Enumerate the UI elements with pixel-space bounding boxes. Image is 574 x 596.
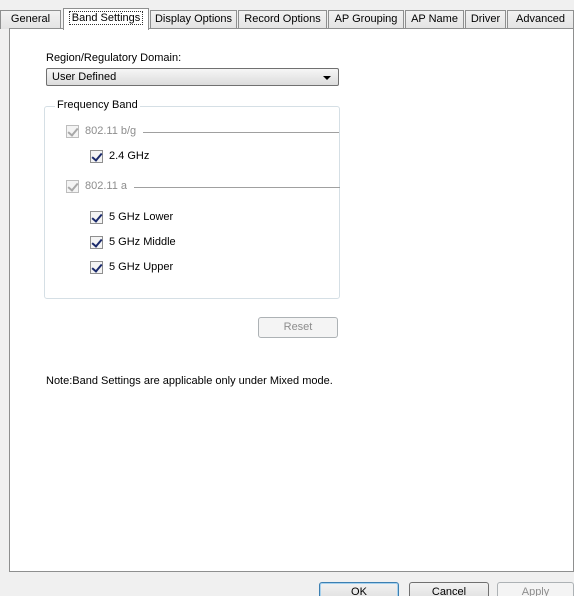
apply-button[interactable]: Apply bbox=[497, 582, 574, 596]
tab-ap-name[interactable]: AP Name bbox=[405, 10, 464, 29]
tab-general[interactable]: General bbox=[0, 10, 61, 29]
checkbox-80211bg[interactable] bbox=[66, 125, 79, 138]
ok-button[interactable]: OK bbox=[319, 582, 399, 596]
label-5ghz-middle: 5 GHz Middle bbox=[109, 236, 176, 248]
cancel-button[interactable]: Cancel bbox=[409, 582, 489, 596]
note-text: Note:Band Settings are applicable only u… bbox=[46, 375, 333, 387]
label-80211a: 802.11 a bbox=[85, 180, 128, 192]
tab-driver[interactable]: Driver bbox=[465, 10, 506, 29]
tab-record-options[interactable]: Record Options bbox=[238, 10, 327, 29]
tab-ap-grouping[interactable]: AP Grouping bbox=[328, 10, 404, 29]
reset-button[interactable]: Reset bbox=[258, 317, 338, 338]
region-dropdown[interactable]: User Defined bbox=[46, 68, 339, 86]
region-dropdown-value: User Defined bbox=[52, 71, 117, 83]
checkbox-5ghz-middle[interactable] bbox=[90, 236, 103, 249]
region-label: Region/Regulatory Domain: bbox=[46, 52, 182, 64]
dialog: General Band Settings Display Options Re… bbox=[0, 0, 574, 596]
checkbox-5ghz-upper[interactable] bbox=[90, 261, 103, 274]
tab-strip: General Band Settings Display Options Re… bbox=[0, 8, 574, 30]
label-5ghz-upper: 5 GHz Upper bbox=[109, 261, 174, 273]
separator-a bbox=[134, 187, 340, 188]
label-5ghz-lower: 5 GHz Lower bbox=[109, 211, 174, 223]
tab-advanced[interactable]: Advanced bbox=[507, 10, 574, 29]
dropdown-arrow-icon bbox=[323, 76, 331, 80]
label-80211bg: 802.11 b/g bbox=[85, 125, 137, 137]
tab-band-settings[interactable]: Band Settings bbox=[63, 8, 149, 30]
checkbox-2-4ghz[interactable] bbox=[90, 150, 103, 163]
tab-display-options[interactable]: Display Options bbox=[150, 10, 237, 29]
separator-bg bbox=[143, 132, 339, 133]
label-2-4ghz: 2.4 GHz bbox=[109, 150, 150, 162]
checkbox-5ghz-lower[interactable] bbox=[90, 211, 103, 224]
frequency-band-title: Frequency Band bbox=[55, 99, 140, 111]
checkbox-80211a[interactable] bbox=[66, 180, 79, 193]
band-settings-panel: Region/Regulatory Domain: User Defined F… bbox=[9, 28, 574, 572]
